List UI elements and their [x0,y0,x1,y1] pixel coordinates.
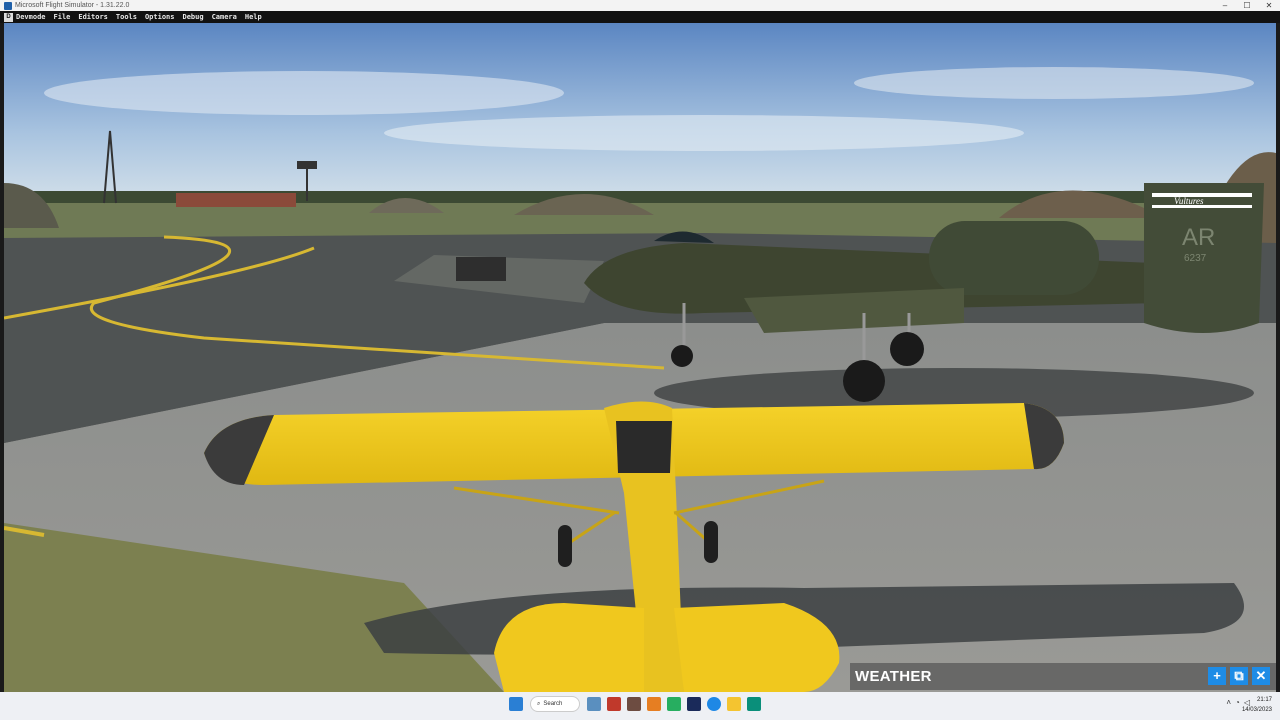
app-icon [4,1,12,10]
window-titlebar: Microsoft Flight Simulator - 1.31.22.0 –… [0,0,1280,11]
app-icon-4[interactable] [647,697,661,711]
app-icon-3[interactable] [627,697,641,711]
taskbar-search[interactable]: ⌕ Search [530,696,580,712]
weather-panel-title: WEATHER [855,668,932,685]
network-icon[interactable]: ◔ [1235,698,1240,707]
maximize-icon[interactable]: ☐ [1236,0,1258,11]
ground-cart [456,257,506,281]
water-tower [297,161,317,169]
menu-camera[interactable]: Camera [212,13,237,21]
tail-stripe-text: Vultures [1174,196,1204,206]
app-icon-2[interactable] [607,697,621,711]
sim-viewport[interactable]: Vultures AR 6237 [4,23,1276,692]
menu-debug[interactable]: Debug [182,13,203,21]
close-icon[interactable]: ✕ [1252,667,1270,685]
taskbar-clock[interactable]: 21:17 14/03/2023 [1242,695,1272,715]
sim-scene: Vultures AR 6237 [4,23,1276,692]
menu-tools[interactable]: Tools [116,13,137,21]
app-icon-5[interactable] [667,697,681,711]
building-red [176,193,296,207]
window-title: Microsoft Flight Simulator - 1.31.22.0 [15,2,130,9]
add-icon[interactable]: + [1208,667,1226,685]
app-icon-7[interactable] [747,697,761,711]
search-icon: ⌕ [537,700,541,707]
start-icon[interactable] [509,697,523,711]
minimize-icon[interactable]: – [1214,0,1236,11]
cub-cabin-glass [616,421,672,473]
clock-time: 21:17 [1256,697,1272,703]
chevron-up-icon[interactable]: ˄ [1226,698,1231,707]
taskbar: ⌕ Search ˄ ◔ ◁ 21:17 14/03/2023 [0,692,1280,720]
clock-date: 14/03/2023 [1241,707,1272,713]
a10-engine [929,221,1099,295]
folder-icon[interactable] [727,697,741,711]
popout-icon[interactable]: ⧉ [1230,667,1248,685]
tail-code: AR [1182,224,1215,251]
window-controls: – ☐ ✕ [1214,0,1280,11]
app-icon-1[interactable] [587,697,601,711]
search-label: Search [543,701,563,707]
app-icon-6[interactable] [687,697,701,711]
menu-editors[interactable]: Editors [78,13,108,21]
menu-file[interactable]: File [54,13,71,21]
menu-options[interactable]: Options [145,13,175,21]
menu-help[interactable]: Help [245,13,262,21]
devmode-icon: D [4,12,13,22]
cub-tailplane-left [494,603,644,692]
taskbar-icons: ⌕ Search [506,696,764,712]
edge-icon[interactable] [707,697,721,711]
tail-number: 6237 [1184,253,1207,264]
menu-devmode[interactable]: Devmode [16,13,46,21]
dev-menubar: D Devmode File Editors Tools Options Deb… [0,11,1280,23]
close-window-icon[interactable]: ✕ [1258,0,1280,11]
weather-panel: WEATHER + ⧉ ✕ [850,663,1276,690]
